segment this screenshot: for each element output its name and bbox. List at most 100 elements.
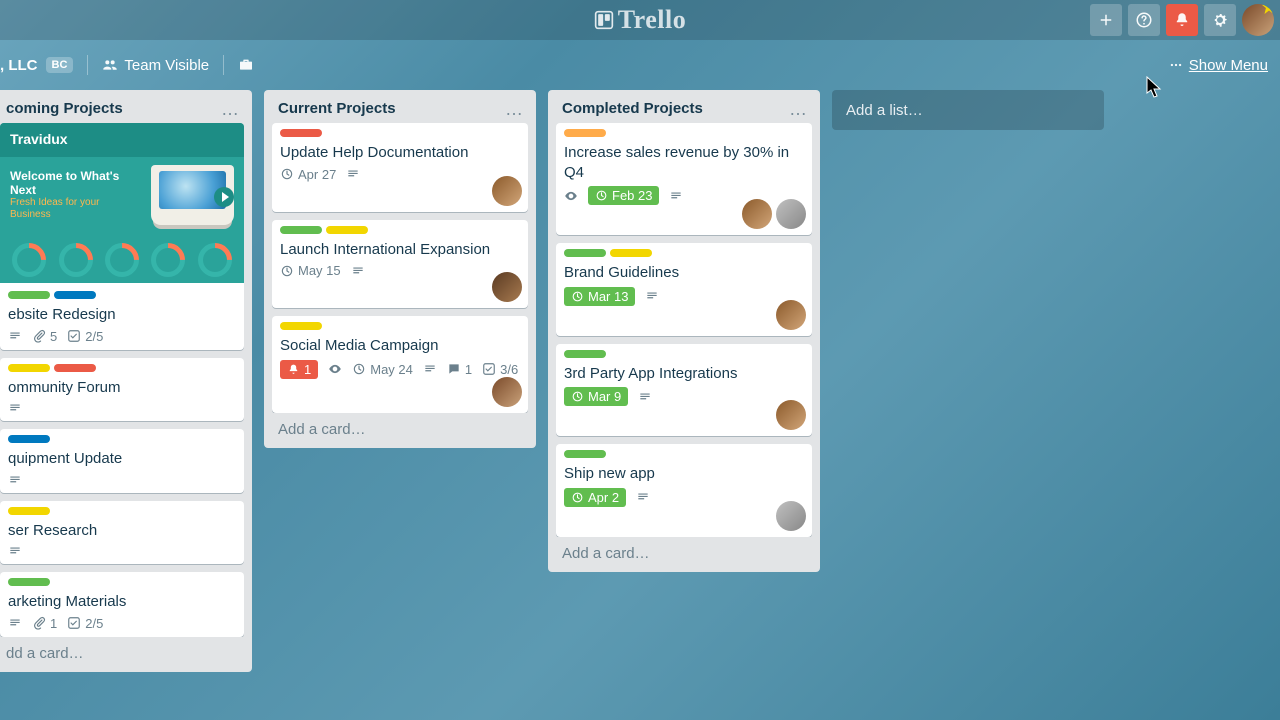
board-icon xyxy=(594,10,614,30)
clock-icon xyxy=(280,264,294,278)
card[interactable]: Increase sales revenue by 30% in Q4Feb 2… xyxy=(556,123,812,235)
list-cards: Travidux Welcome to What's NextFresh Ide… xyxy=(0,123,244,637)
card[interactable]: ommunity Forum xyxy=(0,358,244,422)
comment-icon xyxy=(447,362,461,376)
add-card-button[interactable]: Add a card… xyxy=(272,413,528,440)
label-green[interactable] xyxy=(564,350,606,358)
card-title: arketing Materials xyxy=(8,592,236,612)
card-labels xyxy=(564,249,804,257)
card-title: Social Media Campaign xyxy=(280,336,520,356)
card[interactable]: Update Help DocumentationApr 27 xyxy=(272,123,528,212)
label-yellow[interactable] xyxy=(610,249,652,257)
card-labels xyxy=(8,507,236,515)
card-title: Brand Guidelines xyxy=(564,263,804,283)
label-yellow[interactable] xyxy=(280,322,322,330)
checklist-badge: 2/5 xyxy=(67,616,103,631)
label-blue[interactable] xyxy=(8,435,50,443)
description-badge xyxy=(8,401,22,415)
label-red[interactable] xyxy=(54,364,96,372)
date-badge: May 15 xyxy=(280,263,341,278)
card-badges xyxy=(8,401,236,415)
board-canvas[interactable]: coming Projects … Travidux Welcome to Wh… xyxy=(0,90,1280,720)
description-icon xyxy=(8,401,22,415)
card[interactable]: arketing Materials12/5 xyxy=(0,572,244,637)
card-badges: Apr 2 xyxy=(564,488,804,507)
description-icon xyxy=(8,329,22,343)
label-green[interactable] xyxy=(8,578,50,586)
list-title[interactable]: Completed Projects xyxy=(562,100,703,117)
create-button[interactable] xyxy=(1090,4,1122,36)
card[interactable]: quipment Update xyxy=(0,429,244,493)
user-avatar[interactable] xyxy=(1242,4,1274,36)
label-yellow[interactable] xyxy=(8,364,50,372)
card-members xyxy=(492,176,522,206)
briefcase-icon[interactable] xyxy=(238,57,254,73)
card[interactable]: Social Media Campaign1May 2413/6 xyxy=(272,316,528,413)
member-avatar[interactable] xyxy=(742,199,772,229)
label-red[interactable] xyxy=(280,129,322,137)
list-title[interactable]: coming Projects xyxy=(6,100,123,117)
list-menu-button[interactable]: … xyxy=(789,104,808,114)
due-badge: Feb 23 xyxy=(588,186,659,205)
member-avatar[interactable] xyxy=(492,377,522,407)
list: Completed Projects … Increase sales reve… xyxy=(548,90,820,572)
add-list-button[interactable]: Add a list… xyxy=(832,90,1104,130)
member-avatar[interactable] xyxy=(776,400,806,430)
list-title[interactable]: Current Projects xyxy=(278,100,396,117)
add-card-button[interactable]: Add a card… xyxy=(556,537,812,564)
label-yellow[interactable] xyxy=(326,226,368,234)
card[interactable]: Travidux Welcome to What's NextFresh Ide… xyxy=(0,123,244,350)
member-avatar[interactable] xyxy=(492,272,522,302)
list: coming Projects … Travidux Welcome to Wh… xyxy=(0,90,252,672)
gear-icon xyxy=(1211,11,1229,29)
member-avatar[interactable] xyxy=(776,199,806,229)
label-green[interactable] xyxy=(8,291,50,299)
description-badge xyxy=(638,390,652,404)
description-badge xyxy=(645,289,659,303)
show-menu-button[interactable]: Show Menu xyxy=(1169,57,1268,74)
notifications-button[interactable] xyxy=(1166,4,1198,36)
add-card-button[interactable]: dd a card… xyxy=(0,637,244,664)
description-icon xyxy=(8,544,22,558)
board-visibility[interactable]: Team Visible xyxy=(102,57,209,74)
list-menu-button[interactable]: … xyxy=(221,104,240,114)
member-avatar[interactable] xyxy=(492,176,522,206)
member-avatar[interactable] xyxy=(776,300,806,330)
list-menu-button[interactable]: … xyxy=(505,104,524,114)
card-title: 3rd Party App Integrations xyxy=(564,364,804,384)
card[interactable]: Ship new app Apr 2 xyxy=(556,444,812,537)
label-green[interactable] xyxy=(280,226,322,234)
app-logo[interactable]: Trello xyxy=(594,5,686,35)
label-green[interactable] xyxy=(564,249,606,257)
dots-icon xyxy=(1169,58,1183,72)
list-header: coming Projects … xyxy=(0,98,244,123)
notification-badge: 1 xyxy=(280,360,318,379)
card[interactable]: ser Research xyxy=(0,501,244,565)
comments-count: 1 xyxy=(465,362,472,377)
card-badges: 1May 2413/6 xyxy=(280,360,520,379)
description-badge xyxy=(669,189,683,203)
card-members xyxy=(492,272,522,302)
board-org[interactable]: , LLC BC xyxy=(0,57,73,74)
card-title: ommunity Forum xyxy=(8,378,236,398)
card-members xyxy=(492,377,522,407)
card-badges: 52/5 xyxy=(8,329,236,344)
checklist-badge: 3/6 xyxy=(482,362,518,377)
watch-badge xyxy=(328,362,342,376)
checklist-icon xyxy=(67,329,81,343)
card[interactable]: 3rd Party App IntegrationsMar 9 xyxy=(556,344,812,437)
card-title: Ship new app xyxy=(564,464,804,484)
label-yellow[interactable] xyxy=(8,507,50,515)
help-button[interactable] xyxy=(1128,4,1160,36)
label-green[interactable] xyxy=(564,450,606,458)
plus-icon xyxy=(1097,11,1115,29)
member-avatar[interactable] xyxy=(776,501,806,531)
card[interactable]: Brand GuidelinesMar 13 xyxy=(556,243,812,336)
card-badges xyxy=(8,473,236,487)
card-labels xyxy=(8,364,236,372)
card-labels xyxy=(280,322,520,330)
card[interactable]: Launch International ExpansionMay 15 xyxy=(272,220,528,309)
label-orange[interactable] xyxy=(564,129,606,137)
settings-button[interactable] xyxy=(1204,4,1236,36)
label-blue[interactable] xyxy=(54,291,96,299)
